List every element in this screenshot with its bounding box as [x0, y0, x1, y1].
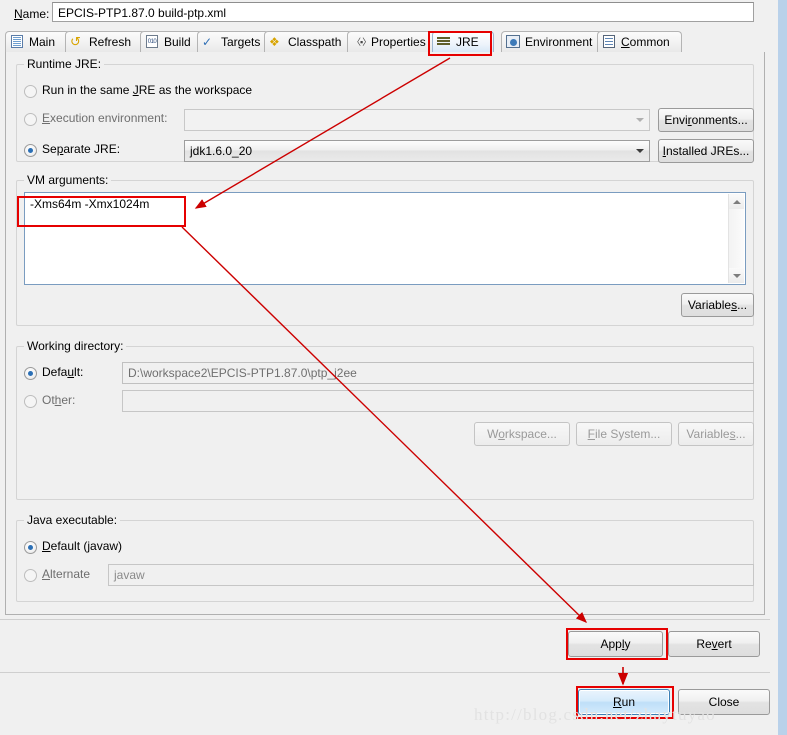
properties-icon: 〈▪〉	[352, 37, 371, 47]
tab-classpath-label: Classpath	[288, 35, 342, 49]
java-executable-group: Java executable: Default (javaw) Alterna…	[16, 514, 754, 602]
radio-separate-jre[interactable]	[24, 144, 37, 157]
working-directory-default-field: D:\workspace2\EPCIS-PTP1.87.0\ptp_j2ee	[122, 362, 754, 384]
radio-run-same-jre[interactable]	[24, 85, 37, 98]
separate-jre-combo[interactable]: jdk1.6.0_20	[184, 140, 650, 162]
footer-divider-bottom	[0, 672, 770, 673]
revert-button[interactable]: Revert	[668, 631, 760, 657]
radio-workdir-other[interactable]	[24, 395, 37, 408]
environments-button[interactable]: Environments...	[658, 108, 754, 132]
tab-targets[interactable]: ✓ Targets	[197, 31, 269, 52]
runtime-jre-group: Runtime JRE: Run in the same JRE as the …	[16, 58, 754, 163]
name-input[interactable]: EPCIS-PTP1.87.0 build-ptp.xml	[52, 2, 754, 22]
vm-arguments-variables-button[interactable]: Variables...	[681, 293, 754, 317]
scroll-up-button[interactable]	[729, 194, 744, 209]
radio-execution-environment[interactable]	[24, 113, 37, 126]
scroll-track[interactable]	[729, 209, 744, 268]
revert-button-label: Revert	[696, 637, 732, 651]
tab-refresh-label: Refresh	[89, 35, 132, 49]
radio-run-same-jre-label: Run in the same JRE as the workspace	[42, 83, 253, 97]
scroll-down-button[interactable]	[729, 268, 744, 283]
run-button-label: Run	[612, 695, 636, 709]
radio-workdir-other-label: Other:	[42, 393, 76, 407]
tab-build[interactable]: 010 Build	[140, 31, 202, 52]
triangle-up-icon	[732, 199, 741, 204]
tab-common[interactable]: Common	[597, 31, 682, 52]
workspace-button: Workspace...	[474, 422, 570, 446]
tab-jre-label: JRE	[456, 35, 479, 49]
tab-environment[interactable]: Environment	[501, 31, 602, 52]
tab-environment-label: Environment	[525, 35, 593, 49]
right-edge-strip	[778, 0, 787, 735]
vm-arguments-variables-label: Variables...	[687, 298, 748, 312]
tab-refresh[interactable]: ↺ Refresh	[65, 31, 145, 52]
vm-arguments-value: -Xms64m -Xmx1024m	[30, 197, 150, 211]
targets-icon: ✓	[202, 35, 213, 49]
common-icon	[602, 35, 617, 49]
tab-main-label: Main	[29, 35, 56, 49]
execution-environment-combo[interactable]	[184, 109, 650, 131]
tab-build-label: Build	[164, 35, 191, 49]
radio-java-default-label: Default (javaw)	[42, 539, 123, 553]
tab-properties-label: Properties	[371, 35, 426, 49]
radio-execution-environment-label: Execution environment:	[42, 111, 168, 125]
radio-java-default[interactable]	[24, 541, 37, 554]
java-executable-frame	[16, 520, 754, 602]
build-icon: 010	[145, 35, 160, 49]
name-label: Name:	[14, 7, 50, 21]
close-button-label: Close	[708, 695, 740, 709]
tab-properties[interactable]: 〈▪〉 Properties	[347, 31, 435, 52]
tab-classpath[interactable]: ❖ Classpath	[264, 31, 352, 52]
tab-bar: Main ↺ Refresh 010 Build ✓ Targets ❖ Cla…	[5, 31, 770, 53]
environments-button-label: Environments...	[664, 113, 748, 127]
working-directory-other-field[interactable]	[122, 390, 754, 412]
refresh-icon: ↺	[70, 34, 81, 49]
classpath-icon: ❖	[269, 35, 280, 49]
radio-java-alternate-label: Alternate	[42, 567, 91, 581]
apply-button-label: Apply	[600, 637, 631, 651]
name-row: Name: EPCIS-PTP1.87.0 build-ptp.xml	[0, 0, 770, 26]
triangle-down-icon	[732, 273, 741, 278]
vm-arguments-title: VM arguments:	[24, 174, 112, 187]
vm-arguments-group: VM arguments: -Xms64m -Xmx1024m Variable…	[16, 174, 754, 326]
tab-targets-label: Targets	[221, 35, 261, 49]
tab-jre[interactable]: JRE	[432, 31, 494, 52]
footer-divider-top	[0, 619, 770, 620]
run-button[interactable]: Run	[578, 689, 670, 715]
tab-common-label: Common	[621, 35, 670, 49]
jre-tab-panel: Runtime JRE: Run in the same JRE as the …	[5, 52, 765, 615]
jre-icon	[437, 35, 452, 49]
working-directory-variables-label: Variables...	[686, 427, 746, 441]
radio-workdir-default-label: Default:	[42, 365, 84, 379]
working-directory-title: Working directory:	[24, 340, 127, 353]
separate-jre-value: jdk1.6.0_20	[190, 144, 253, 158]
runtime-jre-title: Runtime JRE:	[24, 58, 105, 71]
workspace-button-label: Workspace...	[487, 427, 557, 441]
document-icon	[10, 35, 25, 49]
java-alternate-field[interactable]: javaw	[108, 564, 754, 586]
radio-separate-jre-label: Separate JRE:	[42, 142, 121, 156]
vm-arguments-textarea[interactable]: -Xms64m -Xmx1024m	[24, 192, 746, 285]
chevron-down-icon	[636, 149, 644, 153]
chevron-down-icon	[636, 118, 644, 122]
working-directory-group: Working directory: Default: D:\workspace…	[16, 340, 754, 500]
installed-jres-button-label: Installed JREs...	[662, 144, 750, 158]
radio-java-alternate[interactable]	[24, 569, 37, 582]
installed-jres-button[interactable]: Installed JREs...	[658, 139, 754, 163]
java-executable-title: Java executable:	[24, 514, 121, 527]
file-system-button: File System...	[576, 422, 672, 446]
run-ant-build-dialog: Name: EPCIS-PTP1.87.0 build-ptp.xml Main…	[0, 0, 787, 735]
apply-button[interactable]: Apply	[568, 631, 663, 657]
tab-main[interactable]: Main	[5, 31, 70, 52]
file-system-button-label: File System...	[587, 427, 661, 441]
radio-workdir-default[interactable]	[24, 367, 37, 380]
vm-arguments-scrollbar[interactable]	[728, 194, 744, 283]
working-directory-variables-button: Variables...	[678, 422, 754, 446]
close-button[interactable]: Close	[678, 689, 770, 715]
environment-icon	[506, 35, 521, 49]
